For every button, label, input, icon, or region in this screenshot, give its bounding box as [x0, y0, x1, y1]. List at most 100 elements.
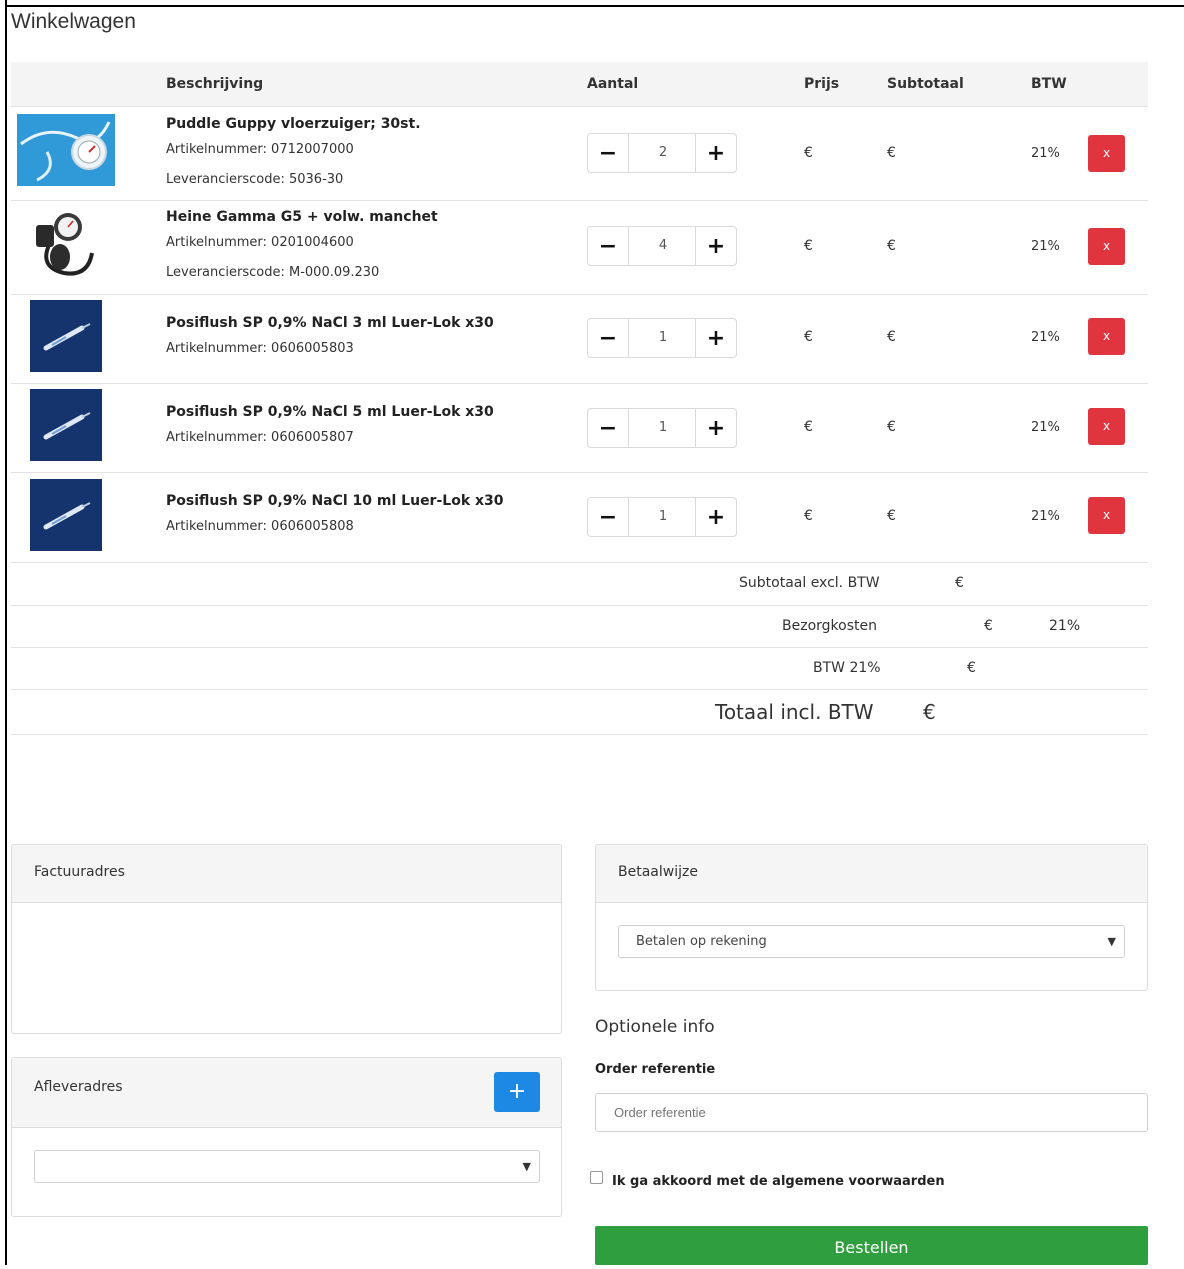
page-title: Winkelwagen — [11, 10, 136, 33]
remove-item-button[interactable]: x — [1088, 497, 1125, 534]
cart-row: Heine Gamma G5 + volw. manchet Artikelnu… — [11, 201, 1148, 295]
delivery-address-select[interactable]: ▼ — [34, 1150, 540, 1183]
qty-input[interactable]: 2 — [629, 134, 697, 172]
cart-row: Puddle Guppy vloerzuiger; 30st. Artikeln… — [11, 107, 1148, 201]
plus-icon: + — [706, 140, 726, 166]
product-name[interactable]: Posiflush SP 0,9% NaCl 10 ml Luer-Lok x3… — [166, 493, 504, 509]
price-value: € — [804, 238, 813, 254]
vat-row: BTW 21% € — [11, 648, 1148, 690]
product-image[interactable] — [17, 114, 115, 186]
qty-decrease-button[interactable]: − — [588, 498, 629, 536]
total-row: Totaal incl. BTW € — [11, 690, 1148, 735]
vat-value: 21% — [1031, 330, 1060, 345]
header-quantity: Aantal — [587, 76, 639, 92]
subtotal-value: € — [887, 329, 896, 345]
header-vat: BTW — [1031, 76, 1067, 92]
plus-icon: + — [706, 415, 726, 441]
vat-value: 21% — [1031, 420, 1060, 435]
product-image[interactable] — [30, 479, 102, 551]
delivery-panel-title: Afleveradres — [34, 1079, 123, 1095]
price-value: € — [804, 145, 813, 161]
minus-icon: − — [598, 233, 618, 259]
quantity-stepper: − 1 + — [587, 497, 737, 537]
remove-item-button[interactable]: x — [1088, 228, 1125, 265]
qty-increase-button[interactable]: + — [695, 498, 736, 536]
product-article-number: Artikelnummer: 0201004600 — [166, 235, 354, 250]
quantity-stepper: − 4 + — [587, 226, 737, 266]
shipping-amount: € — [984, 618, 993, 634]
remove-item-button[interactable]: x — [1088, 408, 1125, 445]
qty-increase-button[interactable]: + — [695, 319, 736, 357]
qty-increase-button[interactable]: + — [695, 227, 736, 265]
place-order-button[interactable]: Bestellen — [595, 1226, 1148, 1265]
payment-method-select[interactable]: Betalen op rekening ▼ — [618, 925, 1125, 958]
qty-input[interactable]: 4 — [629, 227, 697, 265]
order-reference-label: Order referentie — [595, 1062, 716, 1077]
optional-info-title: Optionele info — [595, 1017, 715, 1037]
qty-increase-button[interactable]: + — [695, 134, 736, 172]
product-article-number: Artikelnummer: 0712007000 — [166, 142, 354, 157]
billing-panel-title: Factuuradres — [34, 864, 125, 880]
subtotal-row: Subtotaal excl. BTW € — [11, 563, 1148, 606]
quantity-stepper: − 1 + — [587, 408, 737, 448]
product-article-number: Artikelnummer: 0606005803 — [166, 341, 354, 356]
qty-decrease-button[interactable]: − — [588, 134, 629, 172]
total-amount: € — [923, 700, 936, 724]
remove-item-button[interactable]: x — [1088, 135, 1125, 172]
plus-icon: + — [706, 233, 726, 259]
product-name[interactable]: Heine Gamma G5 + volw. manchet — [166, 209, 438, 225]
cart-row: Posiflush SP 0,9% NaCl 5 ml Luer-Lok x30… — [11, 384, 1148, 473]
price-value: € — [804, 329, 813, 345]
cart-table-header: Beschrijving Aantal Prijs Subtotaal BTW — [11, 62, 1148, 107]
minus-icon: − — [598, 504, 618, 530]
quantity-stepper: − 1 + — [587, 318, 737, 358]
shipping-row: Bezorgkosten € 21% — [11, 606, 1148, 648]
billing-address-panel: Factuuradres — [11, 844, 562, 1034]
billing-panel-header: Factuuradres — [12, 845, 561, 903]
subtotal-amount: € — [955, 575, 964, 591]
qty-increase-button[interactable]: + — [695, 409, 736, 447]
vat-value: 21% — [1031, 509, 1060, 524]
terms-label[interactable]: Ik ga akkoord met de algemene voorwaarde… — [612, 1174, 945, 1189]
remove-icon: x — [1102, 508, 1111, 522]
subtotal-value: € — [887, 508, 896, 524]
plus-icon: + — [706, 504, 726, 530]
qty-decrease-button[interactable]: − — [588, 227, 629, 265]
subtotal-value: € — [887, 145, 896, 161]
product-image[interactable] — [30, 389, 102, 461]
header-description: Beschrijving — [166, 76, 264, 92]
qty-input[interactable]: 1 — [629, 319, 697, 357]
price-value: € — [804, 419, 813, 435]
caret-down-icon: ▼ — [522, 1160, 531, 1173]
header-subtotal: Subtotaal — [887, 76, 964, 92]
window-border-left — [5, 0, 7, 1265]
product-image[interactable] — [30, 207, 102, 279]
remove-icon: x — [1102, 146, 1111, 160]
plus-icon: + — [507, 1079, 527, 1104]
qty-decrease-button[interactable]: − — [588, 319, 629, 357]
window-border-top — [5, 5, 1184, 7]
payment-method-panel: Betaalwijze Betalen op rekening ▼ — [595, 844, 1148, 991]
total-label: Totaal incl. BTW — [715, 700, 874, 724]
order-reference-input[interactable] — [595, 1093, 1148, 1132]
delivery-panel-header: Afleveradres + — [12, 1058, 561, 1128]
subtotal-value: € — [887, 238, 896, 254]
product-name[interactable]: Posiflush SP 0,9% NaCl 3 ml Luer-Lok x30 — [166, 315, 494, 331]
minus-icon: − — [598, 415, 618, 441]
qty-input[interactable]: 1 — [629, 498, 697, 536]
product-image[interactable] — [30, 300, 102, 372]
subtotal-label: Subtotaal excl. BTW — [739, 575, 880, 591]
product-name[interactable]: Posiflush SP 0,9% NaCl 5 ml Luer-Lok x30 — [166, 404, 494, 420]
product-article-number: Artikelnummer: 0606005807 — [166, 430, 354, 445]
remove-item-button[interactable]: x — [1088, 318, 1125, 355]
vat-amount: € — [967, 660, 976, 676]
remove-icon: x — [1102, 419, 1111, 433]
add-address-button[interactable]: + — [494, 1072, 540, 1112]
quantity-stepper: − 2 + — [587, 133, 737, 173]
terms-checkbox[interactable] — [590, 1171, 603, 1184]
qty-input[interactable]: 1 — [629, 409, 697, 447]
product-name[interactable]: Puddle Guppy vloerzuiger; 30st. — [166, 116, 421, 132]
qty-decrease-button[interactable]: − — [588, 409, 629, 447]
cart-row: Posiflush SP 0,9% NaCl 3 ml Luer-Lok x30… — [11, 295, 1148, 384]
vat-label: BTW 21% — [813, 660, 881, 676]
